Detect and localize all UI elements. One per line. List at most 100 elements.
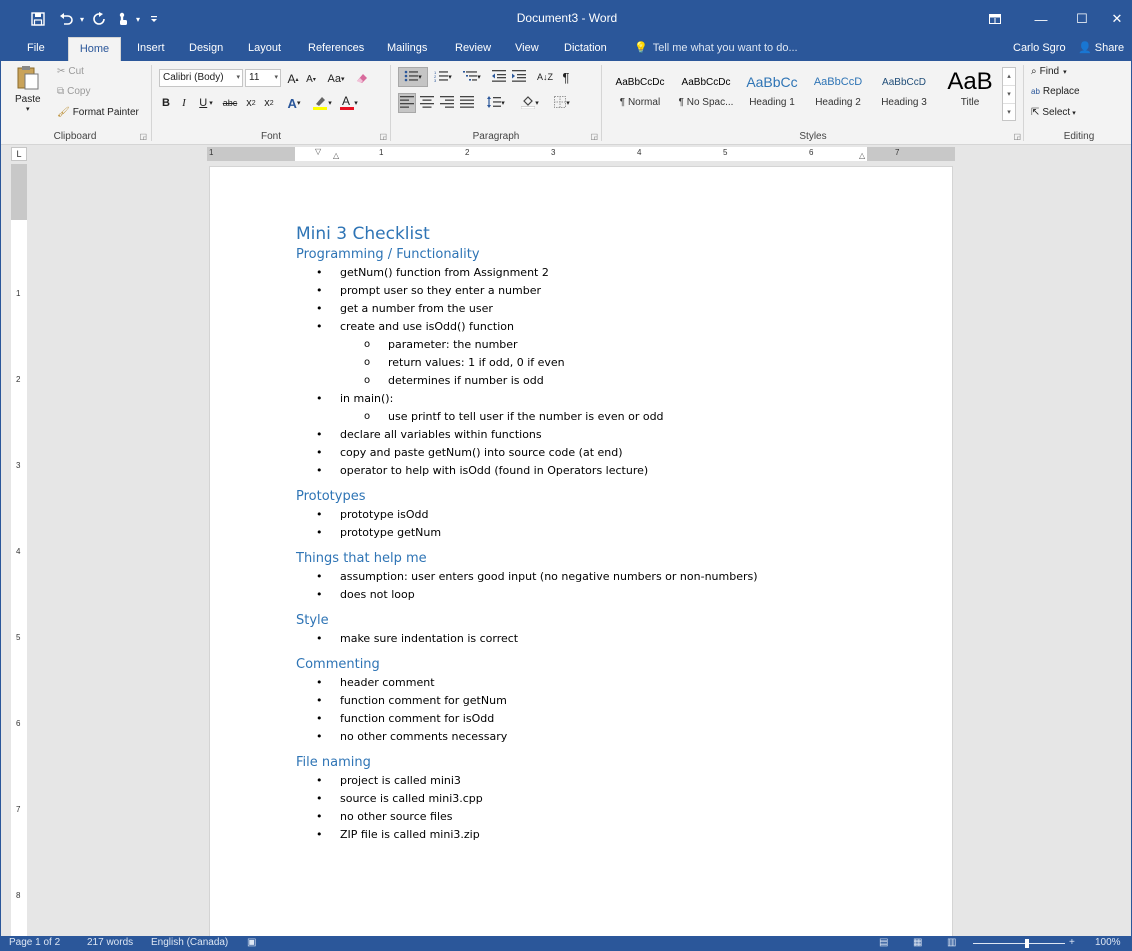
group-divider [390, 65, 391, 141]
vertical-ruler[interactable]: 1 2 3 4 5 6 7 8 [11, 164, 27, 944]
read-mode-icon[interactable]: ▤ [879, 937, 888, 948]
superscript-button[interactable]: x2 [261, 93, 277, 113]
copy-button[interactable]: ⧉ Copy [57, 86, 91, 97]
document-body[interactable]: Mini 3 Checklist Programming / Functiona… [296, 223, 896, 844]
subscript-button[interactable]: x2 [243, 93, 259, 113]
show-formatting-button[interactable]: ¶ [558, 67, 574, 87]
customize-icon[interactable] [147, 7, 161, 31]
clipboard-group: Paste ▾ ✂ Cut ⧉ Copy 🖌 Format Painter Clipb… [1, 61, 149, 145]
redo-icon[interactable] [89, 7, 109, 31]
tab-references[interactable]: References [306, 37, 366, 61]
more-styles-icon[interactable]: ▾ [1003, 104, 1015, 122]
borders-button[interactable]: ▾ [548, 93, 576, 113]
ruler-number: 5 [723, 148, 728, 157]
tab-layout[interactable]: Layout [246, 37, 283, 61]
tab-review[interactable]: Review [453, 37, 493, 61]
paste-button[interactable]: Paste ▾ [15, 65, 41, 113]
paragraph-launcher-icon[interactable]: ◲ [590, 132, 598, 141]
select-button[interactable]: ⇱ Select ▾ [1031, 107, 1076, 118]
web-layout-icon[interactable]: ▥ [947, 937, 956, 948]
scroll-up-icon[interactable]: ▴ [1003, 68, 1015, 86]
undo-icon[interactable] [55, 7, 77, 31]
maximize-button[interactable]: ☐ [1059, 1, 1105, 37]
ribbon-display-icon[interactable] [972, 1, 1018, 37]
minimize-button[interactable]: — [1018, 1, 1064, 37]
word-count[interactable]: 217 words [87, 937, 133, 948]
tab-selector[interactable]: L [11, 147, 27, 161]
styles-launcher-icon[interactable]: ◲ [1013, 132, 1021, 141]
zoom-in-icon[interactable]: + [1069, 937, 1075, 948]
tab-insert[interactable]: Insert [135, 37, 167, 61]
style-no-spacing[interactable]: AaBbCcDc ¶ No Spac... [673, 67, 739, 115]
tab-design[interactable]: Design [187, 37, 225, 61]
save-icon[interactable] [27, 7, 49, 31]
language-indicator[interactable]: English (Canada) [151, 937, 228, 948]
font-launcher-icon[interactable]: ◲ [379, 132, 387, 141]
style-heading-3[interactable]: AaBbCcD Heading 3 [871, 67, 937, 115]
tell-me-search[interactable]: 💡 Tell me what you want to do... [634, 37, 798, 61]
zoom-slider-thumb[interactable] [1025, 939, 1029, 948]
right-indent-marker[interactable]: △ [859, 151, 865, 160]
print-layout-icon[interactable]: ▦ [913, 937, 922, 948]
font-color-button[interactable]: A ▾ [337, 93, 361, 113]
strikethrough-button[interactable]: abc [219, 93, 241, 113]
font-size-box[interactable]: 11 ▾ [245, 69, 281, 87]
list-item-text: declare all variables within functions [340, 428, 542, 441]
highlight-button[interactable]: ▾ [309, 93, 335, 113]
list-item: • prompt user so they enter a number [316, 284, 542, 297]
numbering-button[interactable]: 1 2 3 ▾ [430, 67, 456, 87]
shading-button[interactable]: ▾ [516, 93, 544, 113]
sort-button[interactable]: A↓Z [536, 67, 554, 87]
cut-button[interactable]: ✂ Cut [57, 66, 84, 77]
multilevel-list-button[interactable]: ▾ [458, 67, 486, 87]
underline-button[interactable]: U ▾ [195, 93, 217, 113]
clipboard-launcher-icon[interactable]: ◲ [139, 132, 147, 141]
tab-view[interactable]: View [513, 37, 541, 61]
italic-button[interactable]: I [177, 93, 191, 113]
style-normal[interactable]: AaBbCcDc ¶ Normal [607, 67, 673, 115]
zoom-level[interactable]: 100% [1095, 937, 1121, 948]
tab-file[interactable]: File [25, 37, 47, 61]
increase-indent-button[interactable] [510, 67, 528, 87]
font-name-box[interactable]: Calibri (Body) ▾ [159, 69, 243, 87]
touch-mode-icon[interactable] [113, 7, 133, 31]
change-case-button[interactable]: Aa ▾ [323, 69, 349, 89]
document-page[interactable]: Mini 3 Checklist Programming / Functiona… [209, 166, 953, 950]
undo-dropdown-icon[interactable]: ▾ [77, 7, 87, 31]
line-spacing-button[interactable]: ▾ [482, 93, 510, 113]
clear-formatting-button[interactable] [351, 69, 373, 89]
style-heading-1[interactable]: AaBbCc Heading 1 [739, 67, 805, 115]
shrink-font-button[interactable]: A ▾ [303, 69, 319, 89]
justify-button[interactable] [458, 93, 476, 113]
find-button[interactable]: ⌕ Find ▾ [1031, 66, 1067, 77]
svg-text:3: 3 [434, 78, 437, 82]
section-heading: Style [296, 613, 329, 628]
text-effects-button[interactable]: A ▾ [283, 93, 305, 113]
user-name[interactable]: Carlo Sgro [1013, 37, 1066, 59]
align-left-button[interactable] [398, 93, 416, 113]
bullets-button[interactable]: ▾ [398, 67, 428, 87]
format-painter-button[interactable]: 🖌 Format Painter [57, 107, 139, 118]
style-title[interactable]: AaB Title [937, 67, 1003, 115]
page-count[interactable]: Page 1 of 2 [9, 937, 60, 948]
align-right-button[interactable] [438, 93, 456, 113]
share-button[interactable]: 👤 Share [1078, 37, 1124, 59]
macro-record-icon[interactable]: ▣ [247, 937, 256, 948]
horizontal-ruler[interactable]: 1 1 2 3 4 5 6 7 ▽ △ △ [207, 147, 955, 161]
touch-dropdown-icon[interactable]: ▾ [133, 7, 143, 31]
tab-mailings[interactable]: Mailings [385, 37, 429, 61]
decrease-indent-button[interactable] [490, 67, 508, 87]
close-button[interactable]: ✕ [1101, 1, 1131, 37]
align-center-button[interactable] [418, 93, 436, 113]
tab-dictation[interactable]: Dictation [562, 37, 609, 61]
scroll-down-icon[interactable]: ▾ [1003, 86, 1015, 104]
bold-button[interactable]: B [159, 93, 173, 113]
zoom-slider[interactable] [973, 943, 1065, 944]
styles-gallery-scroll[interactable]: ▴ ▾ ▾ [1002, 67, 1016, 121]
hanging-indent-marker[interactable]: △ [333, 151, 339, 160]
first-line-indent-marker[interactable]: ▽ [315, 147, 321, 156]
tab-home[interactable]: Home [68, 37, 121, 61]
grow-font-button[interactable]: A ▴ [285, 69, 301, 89]
style-heading-2[interactable]: AaBbCcD Heading 2 [805, 67, 871, 115]
replace-button[interactable]: ab Replace [1031, 86, 1080, 97]
